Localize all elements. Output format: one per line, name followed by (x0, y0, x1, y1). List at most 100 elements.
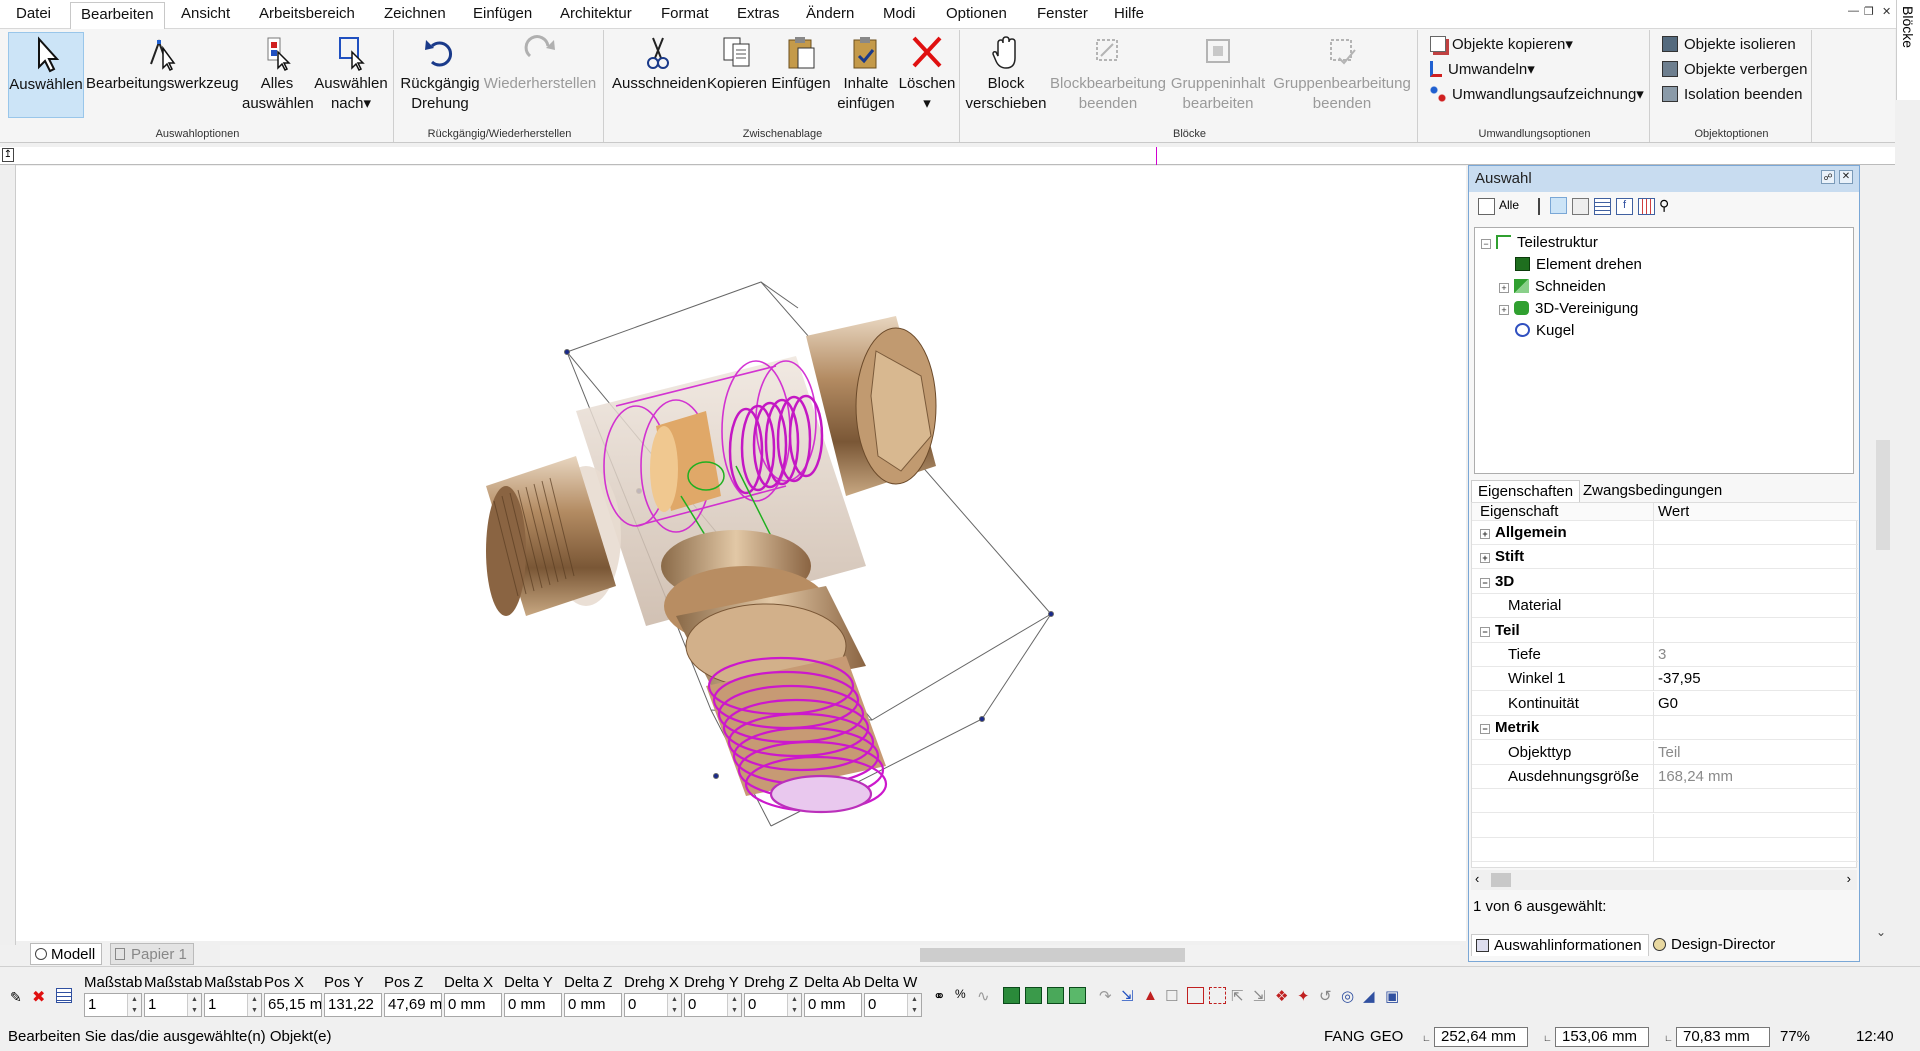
tool-icon-9[interactable]: ❖ (1275, 987, 1292, 1005)
property-row[interactable]: Objekttyp Teil (1472, 740, 1858, 765)
cursor-options-icon[interactable]: ✎ (10, 989, 22, 1006)
collapse-icon[interactable]: − (1480, 626, 1490, 637)
scroll-right-icon[interactable]: › (1847, 871, 1851, 886)
tool-icon-6[interactable] (1209, 987, 1226, 1004)
input-value[interactable]: 0 mm (444, 993, 502, 1017)
blocks-side-tab[interactable]: Blöcke (1896, 0, 1920, 100)
delete-button[interactable]: Löschen ▾ (898, 32, 956, 118)
snap-curve-icon[interactable]: ∿ (977, 987, 994, 1005)
snap-fang-toggle[interactable]: FANG (1324, 1024, 1365, 1049)
scroll-thumb[interactable] (1491, 873, 1511, 887)
end-group-edit-button[interactable]: Gruppenbearbeitung beenden (1270, 32, 1414, 118)
property-category[interactable]: + Stift (1472, 545, 1858, 570)
input-value[interactable]: 0 ▲ ▼ (744, 993, 802, 1017)
spinner-icon[interactable]: ▲ ▼ (787, 994, 801, 1016)
tab-zwangsbedingungen[interactable]: Zwangsbedingungen (1577, 480, 1728, 502)
menu-extras[interactable]: Extras (737, 5, 780, 22)
property-category[interactable]: − Metrik (1472, 716, 1858, 741)
property-value[interactable]: Teil (1658, 741, 1681, 765)
spinner-icon[interactable]: ▲ ▼ (907, 994, 921, 1016)
convert-recording-button[interactable]: Umwandlungsaufzeichnung▾ (1430, 83, 1644, 107)
input-value[interactable]: 131,22 (324, 993, 382, 1017)
collapse-icon[interactable]: − (1480, 577, 1490, 588)
view-icon[interactable] (1550, 197, 1567, 214)
tree-node-kugel[interactable]: Kugel (1515, 320, 1574, 342)
tool-icon-10[interactable]: ✦ (1297, 987, 1314, 1005)
paste-contents-button[interactable]: Inhalte einfügen (834, 32, 898, 118)
tree-node-element-drehen[interactable]: Element drehen (1515, 254, 1642, 276)
edit-tool-button[interactable]: Bearbeitungswerkzeug (86, 32, 239, 118)
tree-node-3d-vereinigung[interactable]: +3D-Vereinigung (1499, 298, 1638, 320)
menu-zeichnen[interactable]: Zeichnen (384, 5, 446, 22)
redo-button[interactable]: Wiederherstellen (482, 32, 598, 118)
origin-icon[interactable]: ↥ (2, 148, 14, 162)
expand-icon[interactable]: + (1480, 529, 1490, 539)
end-isolation-button[interactable]: Isolation beenden (1662, 83, 1802, 107)
close-icon[interactable]: ✕ (1882, 5, 1891, 18)
restore-icon[interactable]: ❐ (1864, 5, 1874, 18)
tool-icon-5[interactable] (1187, 987, 1204, 1004)
menu-architektur[interactable]: Architektur (560, 5, 632, 22)
property-category[interactable]: −3D (1472, 569, 1858, 594)
copy-button[interactable]: Kopieren (706, 32, 768, 118)
right-scroll-thumb[interactable] (1876, 440, 1890, 550)
property-row[interactable]: Kontinuität G0 (1472, 691, 1858, 716)
property-row[interactable]: Winkel 1 -37,95 (1472, 667, 1858, 692)
menu-einfuegen[interactable]: Einfügen (473, 5, 532, 22)
tool-icon-13[interactable]: ◢ (1363, 987, 1380, 1005)
menu-arbeitsbereich[interactable]: Arbeitsbereich (259, 5, 355, 22)
scroll-left-icon[interactable]: ‹ (1475, 871, 1479, 886)
property-value[interactable]: -37,95 (1658, 667, 1701, 691)
collapse-icon[interactable]: − (1480, 724, 1490, 735)
filter-icon[interactable] (1478, 198, 1495, 215)
panel-hscroll[interactable]: ‹ › (1471, 870, 1857, 890)
cancel-x-icon[interactable]: ✖ (32, 987, 45, 1007)
tab-eigenschaften[interactable]: Eigenschaften (1471, 480, 1581, 502)
property-category[interactable]: + Allgemein (1472, 521, 1858, 545)
tree-node-teilestruktur[interactable]: − Teilestruktur (1481, 232, 1598, 254)
tool-icon-1[interactable]: ↷ (1099, 987, 1116, 1005)
spinner-icon[interactable]: ▲ ▼ (667, 994, 681, 1016)
tool-icon-3[interactable]: ▲ (1143, 987, 1160, 1004)
property-value[interactable]: 168,24 mm (1658, 765, 1733, 789)
property-category[interactable]: − Teil (1472, 618, 1858, 643)
all-icon[interactable]: Alle (1499, 198, 1519, 212)
tab-auswahlinformationen[interactable]: Auswahlinformationen (1471, 934, 1649, 956)
property-row[interactable]: Material (1472, 594, 1858, 619)
menu-aendern[interactable]: Ändern (806, 5, 854, 22)
property-row[interactable]: Ausdehnungsgröße 168,24 mm (1472, 765, 1858, 789)
minimize-icon[interactable]: — (1848, 5, 1859, 17)
convert-button[interactable]: Umwandeln▾ (1430, 58, 1535, 82)
expand-icon[interactable]: + (1499, 283, 1509, 293)
cut-button[interactable]: Ausschneiden (612, 32, 706, 118)
copy-objects-button[interactable]: Objekte kopieren▾ (1430, 33, 1573, 57)
property-value[interactable]: 3 (1658, 643, 1666, 667)
menu-optionen[interactable]: Optionen (946, 5, 1007, 22)
snap-geo-toggle[interactable]: GEO (1370, 1024, 1403, 1049)
menu-bearbeiten[interactable]: Bearbeiten (70, 2, 165, 30)
input-value[interactable]: 0 ▲ ▼ (684, 993, 742, 1017)
undo-rotation-button[interactable]: Rückgängig Drehung (400, 32, 480, 118)
menu-datei[interactable]: Datei (16, 5, 51, 22)
snap-percent-icon[interactable]: % (955, 987, 972, 1004)
select-by-button[interactable]: Auswählen nach▾ (312, 32, 390, 118)
menu-ansicht[interactable]: Ansicht (181, 5, 230, 22)
render-icon-4[interactable] (1069, 987, 1086, 1004)
hscroll-thumb[interactable] (920, 948, 1185, 962)
edit-group-content-button[interactable]: Gruppeninhalt bearbeiten (1168, 32, 1268, 118)
select-button[interactable]: Auswählen (8, 32, 84, 118)
collapse-icon[interactable]: − (1481, 239, 1491, 249)
spinner-icon[interactable]: ▲ ▼ (187, 994, 201, 1016)
spinner-icon[interactable]: ▲ ▼ (247, 994, 261, 1016)
tool-icon-4[interactable]: ☐ (1165, 987, 1182, 1005)
tool-icon-2[interactable]: ⇲ (1121, 987, 1138, 1005)
input-value[interactable]: 0 mm (804, 993, 862, 1017)
table-icon[interactable] (1594, 198, 1611, 215)
input-value[interactable]: 47,69 mm (384, 993, 442, 1017)
tab-modell[interactable]: Modell (30, 943, 103, 965)
tool-icon-7[interactable]: ⇱ (1231, 987, 1248, 1005)
property-value[interactable]: G0 (1658, 692, 1678, 716)
expand-icon[interactable]: + (1480, 553, 1490, 564)
select-all-button[interactable]: Alles auswählen (242, 32, 314, 118)
tool-icon-8[interactable]: ⇲ (1253, 987, 1270, 1005)
